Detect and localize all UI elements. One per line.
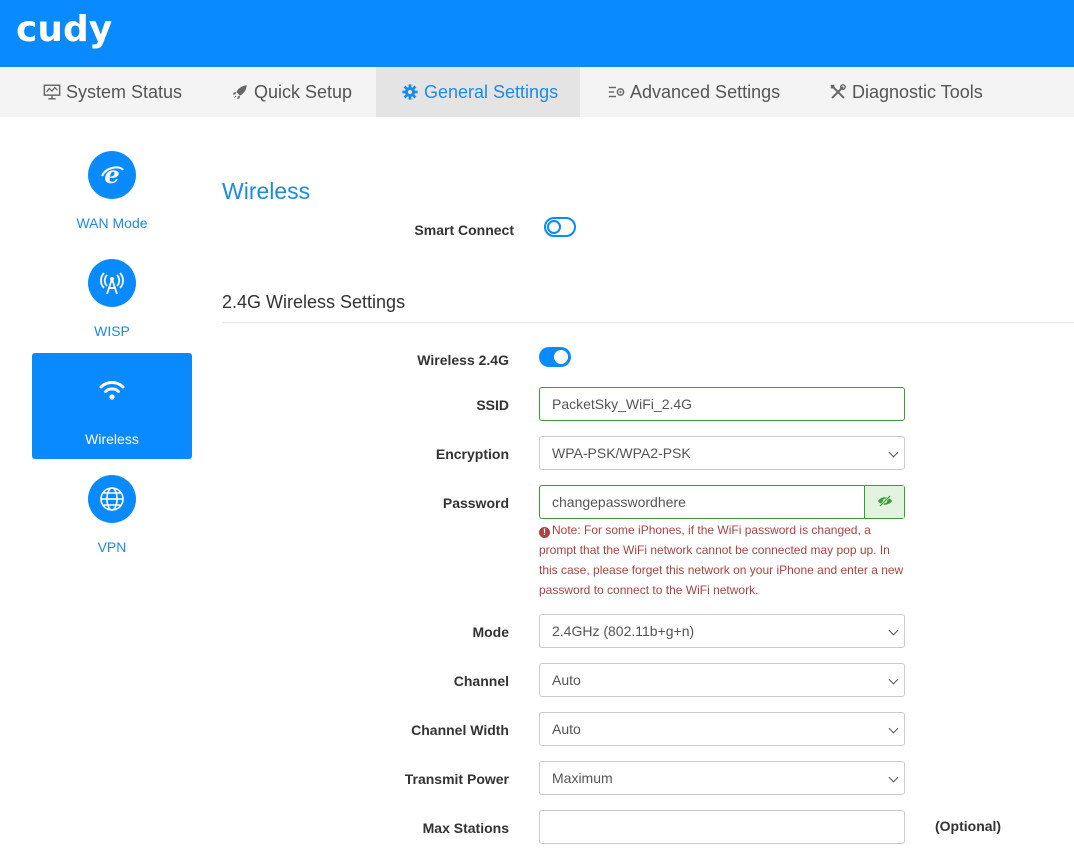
section-title: 2.4G Wireless Settings xyxy=(222,292,406,312)
max-stations-input[interactable] xyxy=(539,810,905,844)
main-nav: System Status Quick Setup General Settin… xyxy=(0,67,1074,117)
section-divider xyxy=(222,322,1074,323)
ssid-value: PacketSky_WiFi_2.4G xyxy=(552,396,693,412)
monitor-icon xyxy=(42,82,62,102)
gear-icon xyxy=(400,82,420,102)
transmit-power-value: Maximum xyxy=(552,770,613,786)
password-value: changepasswordhere xyxy=(552,494,686,510)
eye-slash-icon xyxy=(877,494,893,510)
channel-width-label: Channel Width xyxy=(411,722,509,738)
smart-connect-label: Smart Connect xyxy=(414,222,514,238)
encryption-select[interactable]: WPA-PSK/WPA2-PSK xyxy=(539,436,905,470)
sidebar-item-label: WISP xyxy=(94,323,130,339)
tab-quick-setup[interactable]: Quick Setup xyxy=(230,67,352,117)
mode-select[interactable]: 2.4GHz (802.11b+g+n) xyxy=(539,614,905,648)
transmit-power-select[interactable]: Maximum xyxy=(539,761,905,795)
password-warning-note: ! Note: For some iPhones, if the WiFi pas… xyxy=(539,520,905,600)
channel-select[interactable]: Auto xyxy=(539,663,905,697)
svg-text:e: e xyxy=(104,161,119,189)
globe-e-icon: e xyxy=(88,151,136,199)
wireless-24g-label: Wireless 2.4G xyxy=(417,352,509,368)
channel-value: Auto xyxy=(552,672,581,688)
antenna-icon xyxy=(88,259,136,307)
vpn-globe-icon xyxy=(88,475,136,523)
sidebar-item-wan-mode[interactable]: e WAN Mode xyxy=(32,151,192,257)
ssid-label: SSID xyxy=(476,397,509,413)
toggle-knob xyxy=(547,220,561,234)
tab-label: Diagnostic Tools xyxy=(852,81,983,102)
tab-label: Quick Setup xyxy=(254,81,353,102)
tab-label: System Status xyxy=(66,81,183,102)
max-stations-label: Max Stations xyxy=(422,820,509,836)
channel-width-select[interactable]: Auto xyxy=(539,712,905,746)
password-label: Password xyxy=(442,495,509,511)
cudy-logo[interactable]: cudy xyxy=(16,10,112,50)
note-text: Note: For some iPhones, if the WiFi pass… xyxy=(539,523,904,597)
sliders-icon xyxy=(606,82,626,102)
toggle-knob xyxy=(554,350,568,364)
tab-system-status[interactable]: System Status xyxy=(42,67,182,117)
transmit-power-label: Transmit Power xyxy=(404,771,509,787)
ssid-input[interactable]: PacketSky_WiFi_2.4G xyxy=(539,387,905,421)
page-title: Wireless xyxy=(222,178,311,204)
mode-value: 2.4GHz (802.11b+g+n) xyxy=(552,623,695,639)
tab-label: Advanced Settings xyxy=(630,81,781,102)
encryption-value: WPA-PSK/WPA2-PSK xyxy=(552,445,691,461)
wireless-24g-toggle[interactable] xyxy=(539,347,571,367)
top-header: cudy xyxy=(0,0,1074,67)
sidebar-item-vpn[interactable]: VPN xyxy=(32,475,192,581)
sidebar-item-label: VPN xyxy=(97,539,127,555)
tab-label: General Settings xyxy=(424,81,559,102)
error-circle-icon: ! xyxy=(539,527,550,538)
sidebar-item-label: Wireless xyxy=(85,431,139,447)
encryption-label: Encryption xyxy=(435,446,509,462)
tab-general-settings[interactable]: General Settings xyxy=(376,67,580,117)
toggle-password-visibility-button[interactable] xyxy=(864,486,904,518)
sidebar-item-label: WAN Mode xyxy=(76,215,148,231)
sidebar-item-wireless[interactable]: Wireless xyxy=(32,353,192,459)
password-input[interactable]: changepasswordhere xyxy=(539,485,905,519)
optional-hint: (Optional) xyxy=(935,818,1002,834)
channel-label: Channel xyxy=(453,673,509,689)
wifi-icon xyxy=(96,377,128,405)
smart-connect-toggle[interactable] xyxy=(544,217,576,237)
rocket-icon xyxy=(230,82,250,102)
channel-width-value: Auto xyxy=(552,721,581,737)
mode-label: Mode xyxy=(472,624,509,640)
tools-icon xyxy=(828,82,848,102)
tab-advanced-settings[interactable]: Advanced Settings xyxy=(606,67,780,117)
tab-diagnostic-tools[interactable]: Diagnostic Tools xyxy=(828,67,983,117)
sidebar-item-wisp[interactable]: WISP xyxy=(32,259,192,365)
